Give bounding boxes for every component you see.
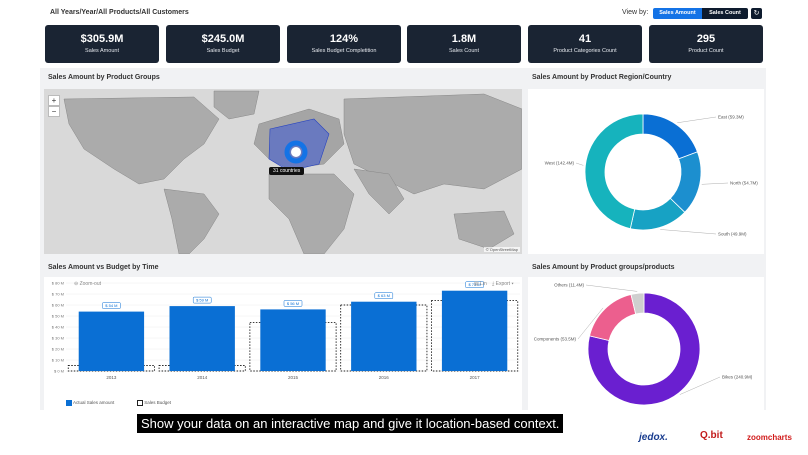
donut-leader-line <box>677 116 717 123</box>
donut-leader-line <box>585 284 638 292</box>
groups-card: Bikes (240.9M) Components (53.5M) Others (… <box>528 277 764 410</box>
qbit-logo: Q.bit <box>700 430 723 441</box>
kpi-product-categories-count: 41 Product Categories Count <box>528 25 642 63</box>
zoomcharts-logo: zoomcharts <box>747 433 792 442</box>
donut-slice-label: North (54.7M) <box>730 181 758 186</box>
export-label: Export <box>495 281 511 287</box>
y-tick-label: $ 60 M <box>52 303 64 308</box>
donut-slice[interactable] <box>584 113 644 230</box>
donut-leader-line <box>575 162 584 166</box>
bar-value-label: $ 63 M <box>378 293 390 298</box>
kpi-label: Sales Count <box>449 48 479 54</box>
kpi-label: Sales Amount <box>85 48 119 54</box>
y-tick-label: $ 50 M <box>52 314 64 319</box>
video-caption: Show your data on an interactive map and… <box>137 414 564 433</box>
region-card: East (59.3M) North (54.7M) South (49.9M) We… <box>528 89 764 254</box>
time-panel-title: Sales Amount vs Budget by Time <box>48 264 159 271</box>
time-bar-svg: $ 0 M $ 10 M $ 20 M $ 30 M $ 40 M $ 50 M $ 60 … <box>52 281 520 380</box>
kpi-sales-budget: $245.0M Sales Budget <box>166 25 280 63</box>
kpi-product-count: 295 Product Count <box>649 25 763 63</box>
kpi-sales-count: 1.8M Sales Count <box>407 25 521 63</box>
map-attribution[interactable]: © OpenStreetMap <box>483 247 520 252</box>
map-cluster-label: 31 countries <box>269 167 305 175</box>
region-panel-title: Sales Amount by Product Region/Country <box>532 74 672 81</box>
legend-budget[interactable]: Sales Budget <box>137 400 171 406</box>
kpi-label: Product Categories Count <box>553 48 617 54</box>
groups-panel-title: Sales Amount by Product groups/products <box>532 264 675 271</box>
kpi-sales-amount: $305.9M Sales Amount <box>45 25 159 63</box>
legend-actual[interactable]: Actual Sales amount <box>66 400 114 406</box>
map-panel-title: Sales Amount by Product Groups <box>48 74 160 81</box>
bar-value-label: $ 56 M <box>287 301 299 306</box>
y-tick-label: $ 80 M <box>52 281 64 286</box>
legend-actual-swatch <box>66 400 72 406</box>
kpi-value: 1.8M <box>451 33 477 45</box>
actual-sales-bar[interactable] <box>260 309 326 371</box>
x-tick-label: 2015 <box>288 375 299 380</box>
groups-donut-svg: Bikes (240.9M) Components (53.5M) Others (… <box>534 283 753 406</box>
kpi-value: $305.9M <box>80 33 124 45</box>
region-donut-svg: East (59.3M) North (54.7M) South (49.9M) We… <box>545 113 758 237</box>
donut-leader-line <box>660 229 717 235</box>
refresh-icon[interactable]: ↻ <box>751 8 762 19</box>
x-tick-label: 2017 <box>470 375 481 380</box>
actual-sales-bar[interactable] <box>441 290 508 371</box>
donut-slice-label: Bikes (240.9M) <box>722 375 753 380</box>
time-card: ⊖ Zoom-out ▤ Lin ⤓ Export ▾ $ 0 M $ 10 M $… <box>44 277 522 410</box>
y-tick-label: $ 70 M <box>52 292 64 297</box>
y-tick-label: $ 30 M <box>52 336 64 341</box>
bar-value-label: $ 59 M <box>196 298 208 303</box>
kpi-value: 41 <box>578 33 592 45</box>
kpi-value: 124% <box>329 33 359 45</box>
donut-slice-label: Components (53.5M) <box>534 337 577 342</box>
actual-sales-bar[interactable] <box>351 301 417 371</box>
legend-actual-label: Actual Sales amount <box>73 400 115 406</box>
kpi-label: Sales Budget Completition <box>311 48 377 54</box>
top-bar: All Years/Year/All Products/All Customer… <box>0 0 808 24</box>
legend-budget-label: Sales Budget <box>144 400 172 406</box>
kpi-budget-completion: 124% Sales Budget Completition <box>287 25 401 63</box>
x-tick-label: 2014 <box>197 375 208 380</box>
map-zoom-in-button[interactable]: + <box>48 95 60 106</box>
zoom-out-link[interactable]: ⊖ Zoom-out <box>74 281 101 287</box>
x-tick-label: 2013 <box>106 375 117 380</box>
jedox-logo: jedox. <box>639 432 668 443</box>
legend-budget-swatch <box>137 400 143 406</box>
donut-slice[interactable] <box>589 294 637 342</box>
breadcrumb[interactable]: All Years/Year/All Products/All Customer… <box>50 9 189 16</box>
y-tick-label: $ 40 M <box>52 325 64 330</box>
map-zoom-out-button[interactable]: − <box>48 106 60 117</box>
zoom-out-label: Zoom-out <box>79 281 101 287</box>
actual-sales-bar[interactable] <box>78 311 145 371</box>
donut-slice-label: South (49.9M) <box>718 232 747 237</box>
chevron-down-icon: ▾ <box>510 281 514 287</box>
donut-slice-label: East (59.3M) <box>718 115 744 120</box>
lin-toggle[interactable]: ▤ Lin <box>474 281 487 287</box>
view-by-label: View by: <box>622 9 649 16</box>
kpi-label: Sales Budget <box>206 48 240 54</box>
donut-slice-label: Others (11.4M) <box>554 283 584 288</box>
donut-leader-line <box>701 182 729 185</box>
actual-sales-bar[interactable] <box>169 306 235 371</box>
export-menu[interactable]: ⤓ Export ▾ <box>492 281 514 287</box>
donut-slice-label: West (142.4M) <box>545 161 575 166</box>
view-sales-count-button[interactable]: Sales Count <box>702 8 748 19</box>
x-tick-label: 2016 <box>379 375 390 380</box>
y-tick-label: $ 20 M <box>52 347 64 352</box>
kpi-value: $245.0M <box>201 33 245 45</box>
lin-label: Lin <box>480 281 487 287</box>
kpi-label: Product Count <box>688 48 724 54</box>
kpi-value: 295 <box>696 33 716 45</box>
y-tick-label: $ 0 M <box>54 369 64 374</box>
y-tick-label: $ 10 M <box>52 358 64 363</box>
donut-slice[interactable] <box>642 113 698 160</box>
bar-value-label: $ 54 M <box>105 303 117 308</box>
view-sales-amount-button[interactable]: Sales Amount <box>653 8 702 19</box>
